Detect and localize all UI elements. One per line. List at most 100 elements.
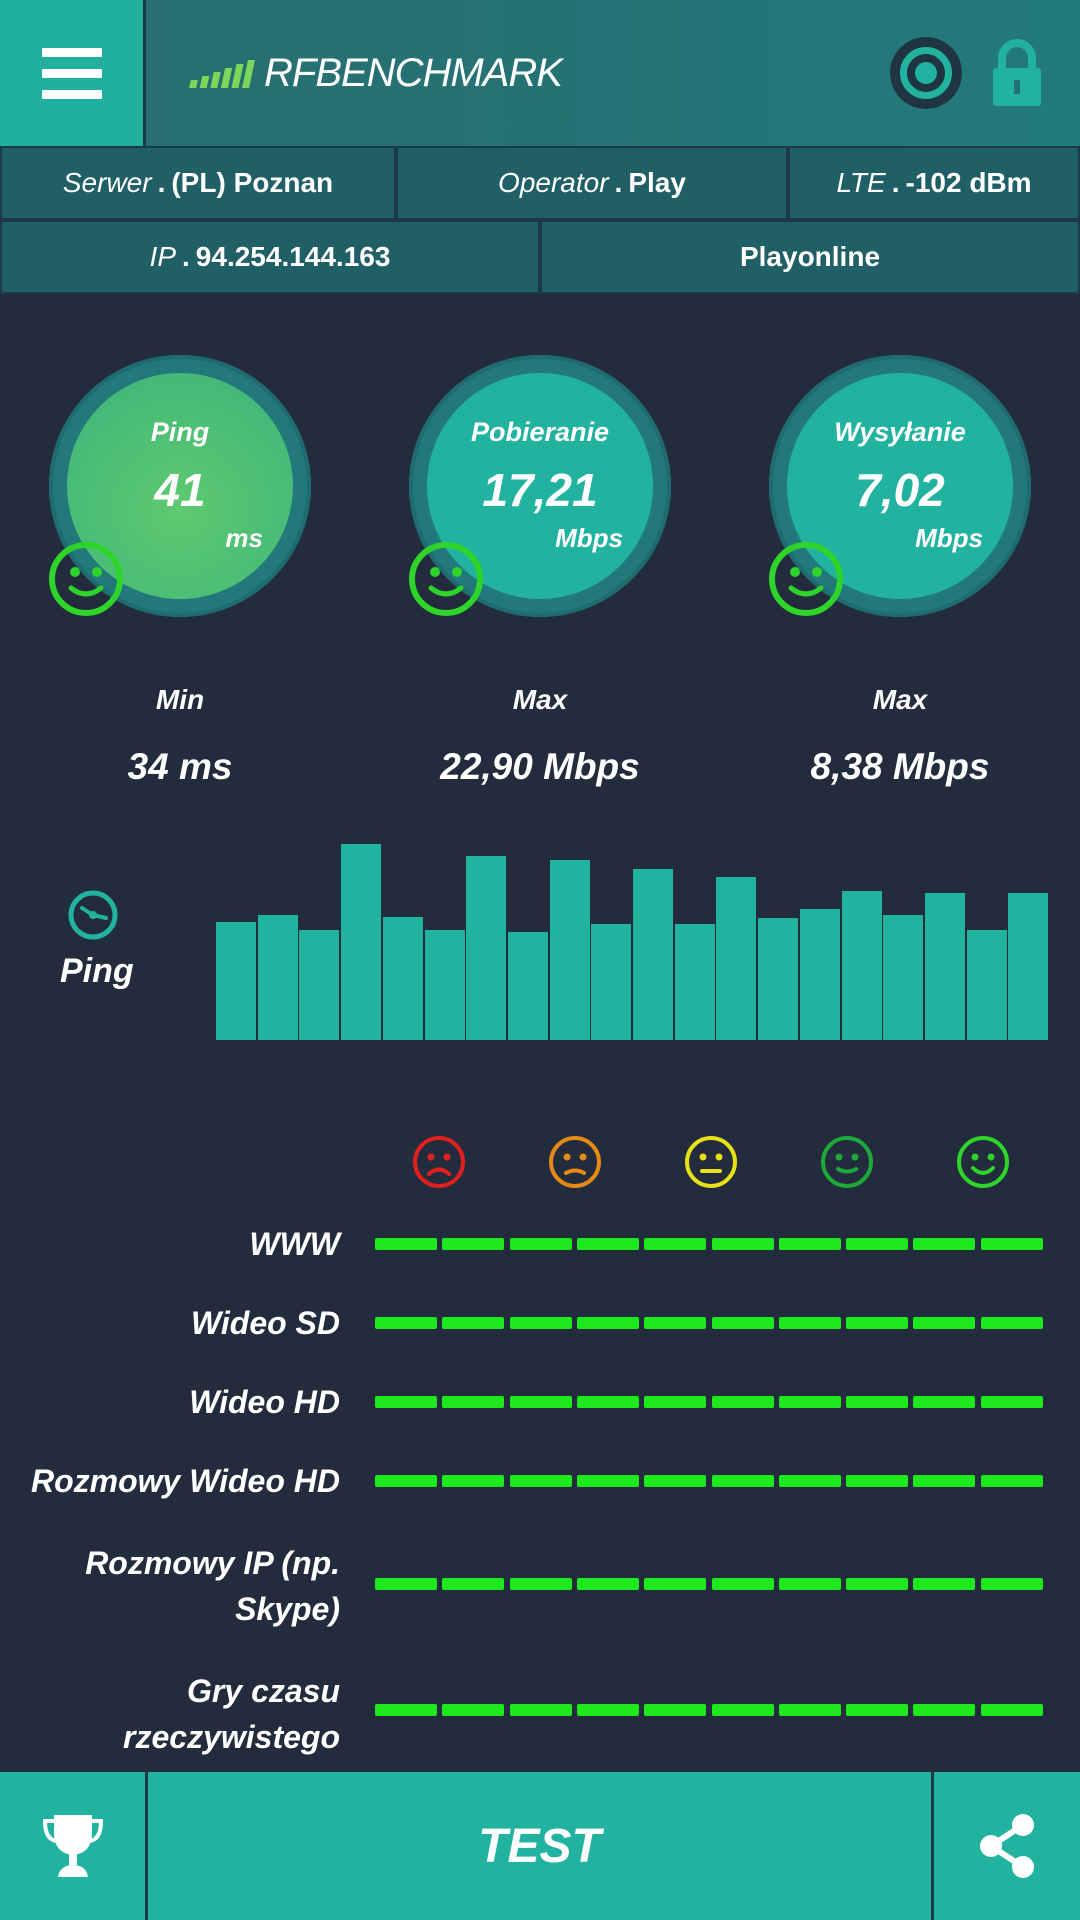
- signal-strength-info: LTE. -102 dBm: [788, 146, 1080, 220]
- quality-segment: [442, 1704, 505, 1716]
- quality-face-row: [0, 1134, 1080, 1194]
- quality-segment: [846, 1238, 909, 1250]
- app-logo: RFBENCHMARK: [189, 0, 563, 146]
- quality-segment: [980, 1475, 1043, 1487]
- quality-row-label: Rozmowy Wideo HD: [30, 1463, 340, 1499]
- signal-icon: [189, 58, 255, 88]
- quality-segment: [846, 1704, 909, 1716]
- ping-bar-chart: [216, 830, 1050, 1040]
- info-row-1: Serwer. (PL) Poznan Operator. Play LTE. -10…: [0, 146, 1080, 220]
- ping-bar: [966, 930, 1007, 1040]
- quality-segment: [442, 1238, 505, 1250]
- quality-segment: [778, 1704, 841, 1716]
- quality-row-label: Wideo HD: [189, 1384, 340, 1420]
- quality-segment: [980, 1578, 1043, 1590]
- share-icon: [980, 1814, 1034, 1878]
- ping-bar: [883, 915, 924, 1040]
- quality-segment: [846, 1396, 909, 1408]
- quality-segment: [711, 1475, 774, 1487]
- ping-bar: [841, 891, 882, 1040]
- quality-segment: [913, 1578, 976, 1590]
- smiley-bad-icon: [549, 1136, 601, 1188]
- gauge-value: 17,21: [482, 464, 598, 516]
- quality-segment: [778, 1578, 841, 1590]
- quality-level-bar: [375, 1704, 1045, 1716]
- quality-level-bar: [375, 1396, 1045, 1408]
- lock-icon[interactable]: [990, 38, 1044, 108]
- quality-segment: [778, 1317, 841, 1329]
- quality-segment: [980, 1704, 1043, 1716]
- quality-segment: [442, 1396, 505, 1408]
- menu-button[interactable]: [0, 0, 146, 146]
- smiley-very-bad-icon: [413, 1136, 465, 1188]
- quality-segment: [375, 1704, 437, 1716]
- quality-segment: [980, 1238, 1043, 1250]
- max-upload-value: 8,38 Mbps: [810, 746, 990, 787]
- quality-segment: [442, 1317, 505, 1329]
- smiley-good-icon: [409, 542, 483, 616]
- quality-segment: [644, 1396, 707, 1408]
- ping-bar: [633, 869, 673, 1040]
- ping-bar: [549, 860, 590, 1040]
- smiley-good-icon: [49, 542, 123, 616]
- quality-segment: [375, 1475, 437, 1487]
- quality-level-bar: [375, 1238, 1045, 1250]
- quality-segment: [442, 1475, 505, 1487]
- quality-segment: [711, 1396, 774, 1408]
- ping-bar: [257, 915, 298, 1040]
- quality-segment: [576, 1475, 639, 1487]
- share-button[interactable]: [934, 1772, 1080, 1920]
- quality-level-bar: [375, 1475, 1045, 1487]
- ping-bar: [799, 909, 840, 1040]
- record-icon[interactable]: [890, 37, 962, 109]
- bottom-bar: TEST: [0, 1772, 1080, 1920]
- quality-segment: [375, 1238, 437, 1250]
- app-name: RFBENCHMARK: [264, 50, 563, 95]
- quality-segment: [913, 1704, 976, 1716]
- quality-segment: [644, 1317, 707, 1329]
- gauge-unit: Mbps: [915, 523, 983, 553]
- quality-segment: [375, 1578, 437, 1590]
- menu-icon: [41, 47, 102, 57]
- quality-segment: [644, 1704, 707, 1716]
- quality-segment: [711, 1704, 774, 1716]
- quality-segment: [846, 1578, 909, 1590]
- max-download-value: 22,90 Mbps: [440, 746, 640, 787]
- gauge-label: Wysyłanie: [834, 417, 966, 447]
- quality-segment: [980, 1396, 1043, 1408]
- quality-segment: [375, 1396, 437, 1408]
- operator-info: Operator. Play: [396, 146, 788, 220]
- ping-bar: [716, 877, 757, 1040]
- results-button[interactable]: [0, 1772, 148, 1920]
- quality-segment: [576, 1317, 639, 1329]
- ping-bar: [341, 844, 382, 1040]
- smiley-good-icon: [769, 542, 843, 616]
- ping-bar: [424, 930, 465, 1040]
- test-button[interactable]: TEST: [148, 1772, 934, 1920]
- ping-legend: Ping: [60, 888, 170, 991]
- smiley-neutral-icon: [685, 1136, 737, 1188]
- quality-segment: [442, 1578, 505, 1590]
- quality-segment: [509, 1317, 572, 1329]
- server-info: Serwer. (PL) Poznan: [0, 146, 396, 220]
- quality-level-bar: [375, 1578, 1045, 1590]
- quality-segment: [644, 1475, 707, 1487]
- quality-segment: [711, 1578, 774, 1590]
- gauge-unit: Mbps: [555, 523, 623, 553]
- gauge-label: Ping: [150, 417, 210, 447]
- smiley-very-good-icon: [957, 1136, 1009, 1188]
- quality-segment: [509, 1578, 572, 1590]
- ping-bar: [382, 917, 423, 1040]
- quality-segment: [846, 1475, 909, 1487]
- quality-segment: [913, 1238, 976, 1250]
- quality-segment: [576, 1578, 639, 1590]
- ip-info: IP. 94.254.144.163: [0, 220, 540, 294]
- trophy-icon: [42, 1815, 103, 1877]
- min-ping-value: 34 ms: [127, 746, 233, 787]
- ping-chart-label: Ping: [60, 952, 134, 990]
- app-header: RFBENCHMARK: [0, 0, 1080, 146]
- ping-bar: [1008, 893, 1049, 1040]
- quality-segment: [980, 1317, 1043, 1329]
- smiley-good-icon: [821, 1136, 873, 1188]
- clock-icon: [68, 890, 118, 940]
